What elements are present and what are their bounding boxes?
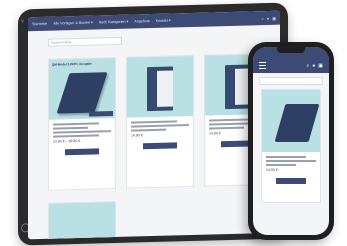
product-desc-line: [53, 134, 100, 138]
add-to-cart-button[interactable]: [143, 142, 177, 150]
product-desc-line: [266, 164, 296, 166]
product-price: 14,90 €: [131, 133, 143, 138]
product-card[interactable]: 14,90 €: [126, 54, 194, 189]
tablet-camera: [21, 19, 24, 23]
product-desc-line: [209, 126, 244, 130]
nav-item-contact[interactable]: Kontakt ▾: [156, 19, 171, 23]
book-illustration: [56, 72, 108, 114]
phone-notch: [277, 47, 305, 53]
product-image: [262, 90, 320, 152]
product-title-line: [53, 122, 100, 126]
nav-item-offers[interactable]: Angebote: [134, 19, 149, 23]
tablet-screen: Startseite Alle Vorlagen & Bündel ▾ Nach…: [28, 10, 280, 240]
user-icon[interactable]: ●: [267, 15, 269, 20]
nav-item-templates[interactable]: Alle Vorlagen & Bündel ▾: [53, 21, 93, 26]
nav-item-home[interactable]: Startseite: [32, 22, 47, 26]
nav-icons: ⌕ ● ▣: [262, 15, 276, 20]
product-grid-row-2: [48, 200, 116, 240]
add-to-cart-button[interactable]: [65, 148, 99, 156]
product-image: [49, 201, 115, 240]
product-image: QM-Modul 2.2025 | Ausgabe: [49, 57, 115, 120]
product-desc-line: [53, 130, 111, 134]
product-desc-line: [131, 128, 166, 132]
add-to-cart-button[interactable]: [276, 178, 306, 184]
phone-screen: ⌕ ● ▣ 14,90 €: [253, 47, 329, 235]
search-icon[interactable]: ⌕: [262, 16, 264, 21]
product-image-label: QM-Modul 2.2025 | Ausgabe: [52, 61, 92, 67]
product-title-line: [266, 156, 306, 158]
phone-device: ⌕ ● ▣ 14,90 €: [248, 42, 334, 240]
product-price: 14,90 €: [266, 168, 278, 172]
product-title-line: [266, 160, 316, 162]
product-image: [127, 55, 193, 118]
phone-search-input[interactable]: [259, 77, 323, 85]
book-illustration: [274, 104, 320, 142]
top-nav: Startseite Alle Vorlagen & Bündel ▾ Nach…: [28, 10, 280, 32]
cart-icon[interactable]: ▣: [318, 63, 323, 69]
product-title-line: [53, 126, 88, 130]
user-icon[interactable]: ●: [312, 63, 315, 69]
product-card[interactable]: QM-Modul 2.2025 | Ausgabe 23,90 € – 89,9…: [48, 56, 116, 191]
menu-icon[interactable]: [259, 62, 266, 69]
product-card[interactable]: [48, 200, 116, 240]
search-input[interactable]: Suche im Shop …: [48, 36, 122, 47]
search-icon[interactable]: ⌕: [306, 63, 309, 69]
cart-icon[interactable]: ▣: [272, 15, 276, 20]
binder-illustration: [147, 66, 173, 112]
product-grid: QM-Modul 2.2025 | Ausgabe 23,90 € – 89,9…: [48, 52, 272, 191]
nav-item-categories[interactable]: Nach Kategorien ▾: [99, 20, 129, 25]
product-price: 23,90 € – 89,90 €: [53, 138, 81, 144]
sale-badge: [89, 111, 113, 117]
product-title-line: [131, 120, 178, 124]
product-card[interactable]: 14,90 €: [261, 89, 321, 203]
product-title-line: [131, 124, 189, 128]
